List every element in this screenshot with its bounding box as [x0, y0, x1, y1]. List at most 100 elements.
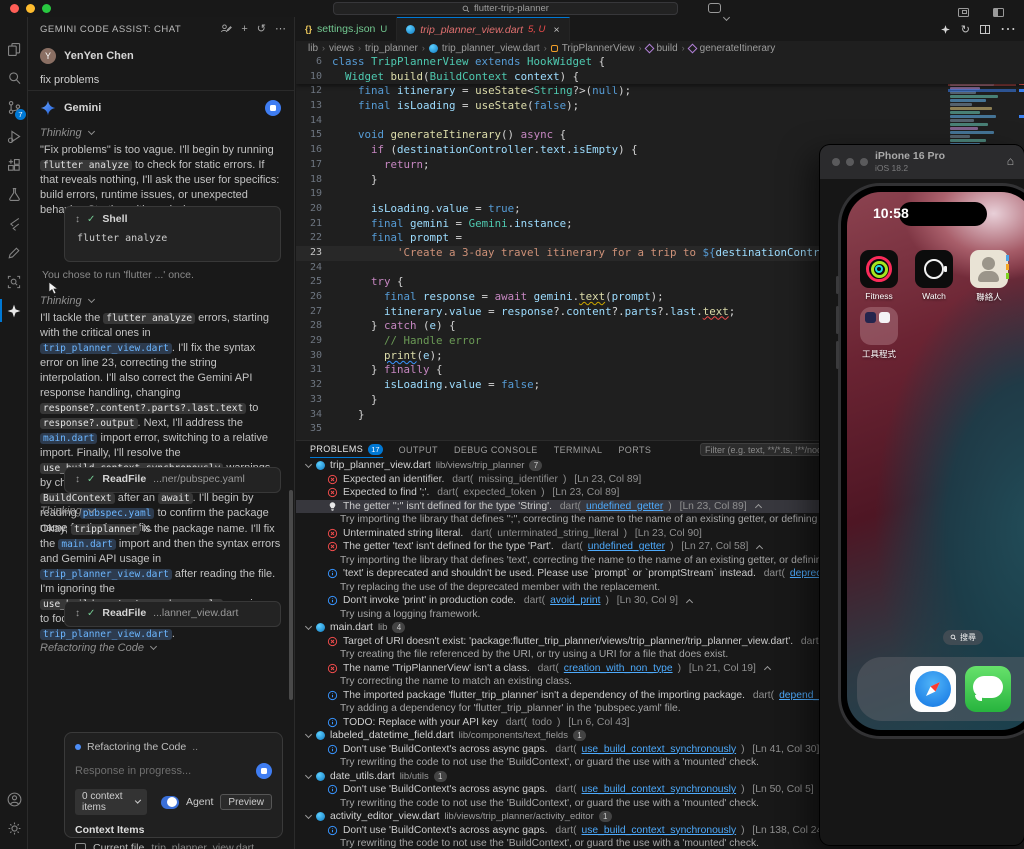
- tab-output[interactable]: OUTPUT: [399, 441, 438, 458]
- search-icon[interactable]: [0, 64, 28, 93]
- json-icon: {}: [305, 24, 313, 34]
- expand-icon[interactable]: ↕: [75, 474, 80, 485]
- app-messages[interactable]: [965, 666, 1011, 712]
- preview-button[interactable]: Preview: [220, 794, 272, 810]
- file-link-chip[interactable]: main.dart: [40, 433, 98, 444]
- hot-reload-icon[interactable]: ↻: [961, 23, 970, 36]
- error-icon: [327, 474, 338, 484]
- dart-file-icon: [428, 43, 438, 53]
- dart-file-icon: [406, 25, 416, 34]
- simulator-os-version: iOS 18.2: [875, 163, 909, 173]
- refactoring-header[interactable]: Refactoring the Code: [40, 642, 157, 654]
- pen-icon[interactable]: [0, 238, 28, 267]
- breadcrumb[interactable]: lib › views › trip_planner › trip_planner_v…: [296, 41, 1024, 55]
- gemini-sparkle-icon[interactable]: [940, 24, 951, 35]
- home-icon[interactable]: ⌂: [1007, 154, 1014, 168]
- testing-icon[interactable]: [0, 180, 28, 209]
- close-window-button[interactable]: [10, 4, 19, 13]
- zoom-window-button[interactable]: [860, 158, 868, 166]
- simulator-titlebar[interactable]: iPhone 16 Pro iOS 18.2 ⌂: [820, 145, 1024, 179]
- minimize-window-button[interactable]: [846, 158, 854, 166]
- toggle-sidebar-icon[interactable]: [993, 8, 1005, 17]
- current-file-checkbox[interactable]: [75, 842, 86, 849]
- stop-response-button[interactable]: [256, 763, 272, 779]
- file-link-chip[interactable]: trip_planner_view.dart: [40, 629, 172, 640]
- run-debug-icon[interactable]: [0, 122, 28, 151]
- feedback-icon[interactable]: [220, 23, 233, 35]
- spotlight-search-pill[interactable]: 搜尋: [943, 630, 983, 645]
- more-actions-icon[interactable]: ⋯: [275, 22, 286, 35]
- tab-trip-planner-view[interactable]: trip_planner_view.dart 5, U ×: [397, 17, 570, 41]
- code-line[interactable]: 14: [296, 114, 1024, 129]
- ios-simulator-window[interactable]: iPhone 16 Pro iOS 18.2 ⌂ 10:58 Fitness W…: [820, 145, 1024, 845]
- expand-icon[interactable]: ↕: [75, 214, 80, 225]
- code-line[interactable]: 12 final itinerary = useState<String?>(n…: [296, 84, 1024, 99]
- command-center-search[interactable]: flutter-trip-planner: [333, 2, 678, 15]
- method-symbol-icon: [644, 43, 654, 53]
- file-link-chip[interactable]: trip_planner_view.dart: [40, 569, 172, 580]
- error-icon: [327, 636, 338, 646]
- check-icon: ✓: [87, 473, 96, 485]
- readfile-tool-card[interactable]: ↕ ✓ ReadFile ...ner/pubspec.yaml: [64, 467, 281, 493]
- code-line[interactable]: 13 final isLoading = useState(false);: [296, 99, 1024, 114]
- file-link-chip[interactable]: main.dart: [58, 539, 116, 550]
- watch-crown: [944, 266, 947, 272]
- app-safari[interactable]: [910, 666, 956, 712]
- lightbulb-icon: [329, 501, 336, 511]
- dart-file-icon: [316, 771, 325, 781]
- split-editor-icon[interactable]: [980, 24, 990, 34]
- code-line[interactable]: 15 void generateItinerary() async {: [296, 128, 1024, 143]
- close-tab-icon[interactable]: ×: [553, 24, 559, 36]
- context-items-dropdown[interactable]: 0 context items: [75, 789, 148, 815]
- file-problem-count: 1: [433, 770, 447, 782]
- account-icon[interactable]: [0, 785, 28, 814]
- settings-gear-icon[interactable]: [0, 814, 28, 843]
- code-line[interactable]: 6 class TripPlannerView extends HookWidge…: [296, 55, 1024, 70]
- chat-scrollbar[interactable]: [289, 490, 293, 700]
- screenshot-search-icon[interactable]: [0, 267, 28, 296]
- tab-problems[interactable]: PROBLEMS 17: [310, 441, 383, 458]
- source-control-icon[interactable]: 7: [0, 93, 28, 122]
- dart-file-icon: [316, 623, 325, 633]
- user-row: Y YenYen Chen: [40, 48, 134, 64]
- collapse-icon: [763, 666, 771, 674]
- folder-utilities[interactable]: 工具程式: [860, 307, 898, 360]
- stop-response-button[interactable]: [265, 100, 281, 116]
- thinking-header[interactable]: Thinking: [40, 295, 95, 307]
- more-actions-icon[interactable]: ⋯: [1000, 19, 1016, 39]
- close-window-button[interactable]: [832, 158, 840, 166]
- zoom-window-button[interactable]: [42, 4, 51, 13]
- tab-settings-json[interactable]: {} settings.json U: [296, 17, 398, 41]
- tab-ports[interactable]: PORTS: [618, 441, 651, 458]
- copilot-icon[interactable]: [708, 3, 721, 13]
- app-watch[interactable]: Watch: [915, 250, 953, 301]
- app-contacts[interactable]: 聯絡人: [970, 250, 1009, 303]
- app-fitness[interactable]: Fitness: [860, 250, 898, 301]
- chat-input[interactable]: Response in progress...: [75, 765, 256, 777]
- shell-tool-card[interactable]: ↕ ✓ Shell flutter analyze: [64, 206, 281, 262]
- thinking-header[interactable]: Thinking: [40, 127, 95, 139]
- extensions-icon[interactable]: [0, 151, 28, 180]
- check-icon: ✓: [87, 607, 96, 619]
- new-chat-icon[interactable]: +: [241, 23, 247, 35]
- thinking-header[interactable]: Thinking: [40, 505, 95, 517]
- iphone-screen[interactable]: 10:58 Fitness Watch 聯絡人 工具程式 搜尋: [847, 192, 1024, 730]
- history-icon[interactable]: ↺: [257, 22, 266, 35]
- collapse-icon: [756, 544, 764, 552]
- gemini-row: Gemini: [40, 100, 281, 116]
- customize-layout-icon[interactable]: [958, 8, 969, 17]
- tab-debug-console[interactable]: DEBUG CONSOLE: [454, 441, 538, 458]
- sticky-scroll[interactable]: 6 class TripPlannerView extends HookWidge…: [296, 55, 1024, 85]
- explorer-icon[interactable]: [0, 35, 28, 64]
- minimize-window-button[interactable]: [26, 4, 35, 13]
- error-icon: [327, 528, 338, 538]
- code-line[interactable]: 10 Widget build(BuildContext context) {: [296, 70, 1024, 85]
- chevron-down-icon: [149, 642, 157, 651]
- file-link-chip[interactable]: trip_planner_view.dart: [40, 343, 172, 354]
- agent-toggle[interactable]: [161, 795, 179, 809]
- flutter-icon[interactable]: [0, 209, 28, 238]
- readfile-tool-card[interactable]: ↕ ✓ ReadFile ...lanner_view.dart: [64, 601, 281, 627]
- gemini-code-assist-icon[interactable]: [0, 296, 28, 325]
- expand-icon[interactable]: ↕: [75, 608, 80, 619]
- tab-terminal[interactable]: TERMINAL: [554, 441, 603, 458]
